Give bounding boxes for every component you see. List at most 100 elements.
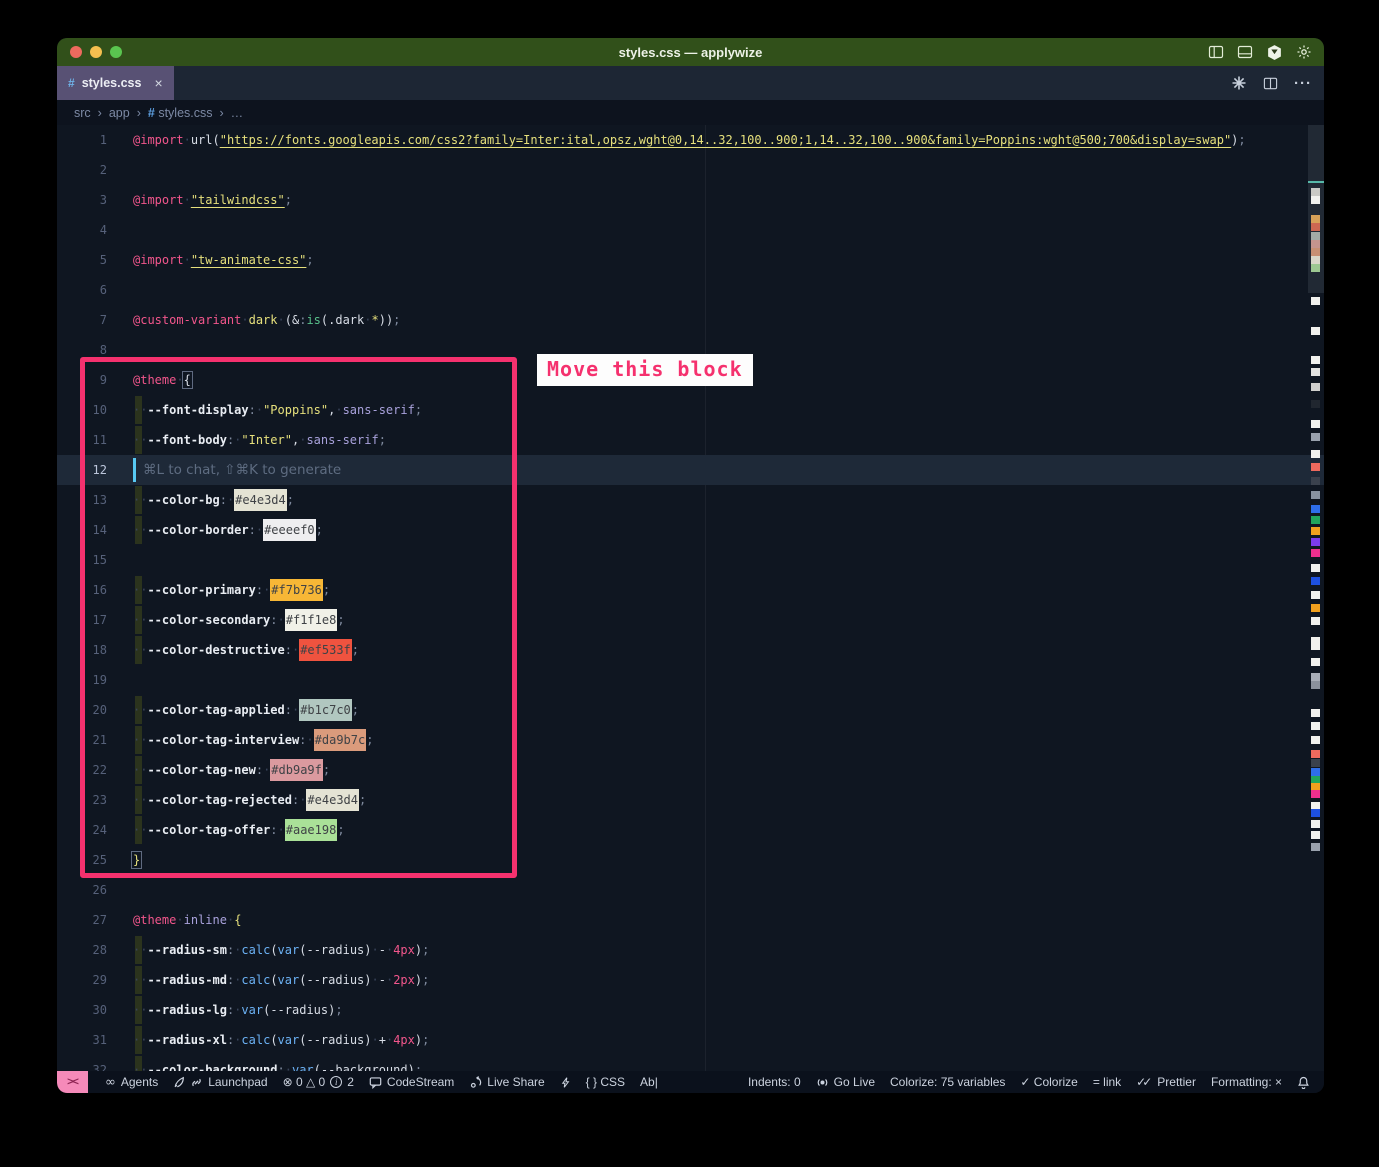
token: · [278, 313, 285, 327]
code-line-6[interactable]: 6 [57, 275, 1324, 305]
bolt-icon [560, 1076, 571, 1089]
minimap-color-block [1311, 591, 1320, 599]
token: 4px [393, 1033, 415, 1047]
go-live-status-item[interactable]: Go Live [816, 1075, 875, 1089]
token: ) [364, 943, 371, 957]
token: ) [408, 1063, 415, 1071]
minimap-color-block [1311, 505, 1320, 513]
token: ( [270, 973, 277, 987]
code-line-32[interactable]: 32··--color-background:·var(--background… [57, 1055, 1324, 1071]
code-line-29[interactable]: 29··--radius-md:·calc(var(--radius)·-·2p… [57, 965, 1324, 995]
line-number[interactable]: 2 [57, 155, 107, 185]
token: .dark [328, 313, 364, 327]
launchpad-status-item[interactable]: Launchpad [173, 1075, 267, 1089]
extension-box-icon[interactable] [1266, 44, 1283, 61]
link-mode-status-item[interactable]: = link [1093, 1075, 1121, 1089]
line-number[interactable]: 26 [57, 875, 107, 905]
notifications-status-item[interactable] [1297, 1076, 1310, 1089]
code-editor[interactable]: 1@import·url("https://fonts.googleapis.c… [57, 125, 1324, 1071]
line-number[interactable]: 5 [57, 245, 107, 275]
ai-starburst-icon[interactable] [1231, 75, 1247, 91]
tab-styles-css[interactable]: # styles.css × [57, 66, 174, 100]
toggle-panel-icon[interactable] [1237, 44, 1253, 60]
split-editor-icon[interactable] [1263, 76, 1278, 91]
minimap-color-block [1311, 400, 1320, 408]
formatting-status-item[interactable]: Formatting: × [1211, 1075, 1282, 1089]
codestream-status-item[interactable]: CodeStream [369, 1075, 454, 1089]
line-number[interactable]: 30 [57, 995, 107, 1025]
code-line-31[interactable]: 31··--radius-xl:·calc(var(--radius)·+·4p… [57, 1025, 1324, 1055]
line-number[interactable]: 27 [57, 905, 107, 935]
minimize-window-button[interactable] [90, 46, 102, 58]
toggle-sidebar-icon[interactable] [1208, 44, 1224, 60]
token: url( [191, 133, 220, 147]
token: ; [422, 1033, 429, 1047]
prettier-status-item[interactable]: ✓✓Prettier [1136, 1075, 1196, 1089]
bolt-status-item[interactable] [560, 1076, 571, 1089]
indents-status-item[interactable]: Indents: 0 [748, 1075, 801, 1089]
code-line-1[interactable]: 1@import·url("https://fonts.googleapis.c… [57, 125, 1324, 155]
encoding-indicator-status-item[interactable]: Ab| [640, 1075, 658, 1089]
colorize-count-status-item[interactable]: Colorize: 75 variables [890, 1075, 1005, 1089]
line-number[interactable]: 7 [57, 305, 107, 335]
more-actions-icon[interactable]: ··· [1294, 75, 1312, 92]
token: ; [415, 1063, 422, 1071]
code-line-3[interactable]: 3 @import·"tailwindcss"; [57, 185, 1324, 215]
line-number[interactable]: 28 [57, 935, 107, 965]
tab-close-icon[interactable]: × [154, 75, 162, 91]
code-line-30[interactable]: 30··--radius-lg:·var(--radius); [57, 995, 1324, 1025]
minimap-color-block [1311, 297, 1320, 305]
problems-status-item[interactable]: ⊗ 0 △ 0i2 [283, 1075, 354, 1089]
breadcrumb-item-[interactable]: … [231, 106, 244, 120]
code-text: @import·"tailwindcss"; [133, 185, 292, 215]
code-text: @import·"tw-animate-css"; [133, 245, 314, 275]
code-line-5[interactable]: 5 @import·"tw-animate-css"; [57, 245, 1324, 275]
token: calc [241, 973, 270, 987]
token: ·· [133, 1063, 147, 1071]
code-line-4[interactable]: 4 [57, 215, 1324, 245]
minimap-color-block [1311, 538, 1320, 546]
token: · [372, 1033, 379, 1047]
token: ; [306, 253, 313, 267]
minimap-color-block [1311, 232, 1320, 240]
code-line-2[interactable]: 2 [57, 155, 1324, 185]
live-share-status-item[interactable]: Live Share [469, 1075, 544, 1089]
line-number[interactable]: 6 [57, 275, 107, 305]
link-mode-label: = link [1093, 1075, 1121, 1089]
code-text: @theme·inline·{ [133, 905, 241, 935]
line-number[interactable]: 3 [57, 185, 107, 215]
settings-gear-icon[interactable] [1296, 44, 1312, 60]
token: { [234, 913, 241, 927]
colorize-toggle-status-item[interactable]: ✓ Colorize [1020, 1075, 1077, 1089]
code-line-7[interactable]: 7@custom-variant·dark·(&:is(.dark·*)); [57, 305, 1324, 335]
remote-indicator[interactable]: >< [57, 1071, 88, 1093]
maximize-window-button[interactable] [110, 46, 122, 58]
minimap-color-block [1311, 477, 1320, 485]
breadcrumb-item-src[interactable]: src [74, 106, 91, 120]
token: · [285, 1063, 292, 1071]
line-number[interactable]: 29 [57, 965, 107, 995]
agents-status-item[interactable]: ∞Agents [105, 1075, 158, 1090]
code-line-26[interactable]: 26 [57, 875, 1324, 905]
line-number[interactable]: 1 [57, 125, 107, 155]
line-number[interactable]: 31 [57, 1025, 107, 1055]
close-window-button[interactable] [70, 46, 82, 58]
minimap-color-block [1311, 463, 1320, 471]
minimap-cursor-marker [1308, 181, 1324, 183]
css-file-icon: # [148, 106, 158, 120]
breadcrumb-item-app[interactable]: app [109, 106, 130, 120]
line-number[interactable]: 4 [57, 215, 107, 245]
minimap-color-block [1311, 491, 1320, 499]
token: var [278, 1033, 300, 1047]
breadcrumb-separator: › [220, 106, 224, 120]
liveshare-icon [469, 1076, 482, 1089]
line-number[interactable]: 32 [57, 1055, 107, 1071]
code-line-27[interactable]: 27 @theme·inline·{ [57, 905, 1324, 935]
token: ; [335, 1003, 342, 1017]
token: ) [364, 973, 371, 987]
language-mode-status-item[interactable]: { } CSS [586, 1075, 625, 1089]
minimap[interactable] [1308, 125, 1324, 1071]
token: ; [285, 193, 292, 207]
code-line-28[interactable]: 28··--radius-sm:·calc(var(--radius)·-·4p… [57, 935, 1324, 965]
breadcrumb-item-stylescss[interactable]: # styles.css [148, 106, 213, 120]
